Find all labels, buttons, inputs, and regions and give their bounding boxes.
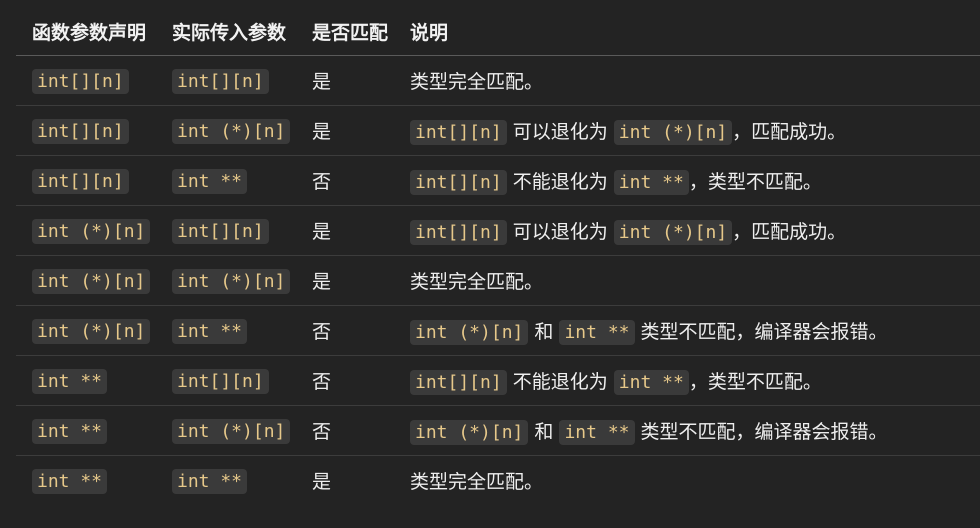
param-decl-code: int ** [32,418,108,444]
note-code: int (*)[n] [410,420,529,445]
actual-arg-code: int ** [172,168,248,194]
table-row: int (*)[n] int[][n] 是 int[][n] 可以退化为 int (*… [16,205,980,256]
match-cell: 否 [296,155,394,206]
note-cell: int[][n] 可以退化为 int (*)[n] ，匹配成功。 [394,105,980,156]
compatibility-table: 函数参数声明 实际传入参数 是否匹配 说明 int[][n] int[][n] 是类… [16,8,980,505]
param-decl-cell: int[][n] [16,105,156,156]
table-row: int (*)[n] int ** 否 int (*)[n] 和 int ** 类型不… [16,305,980,356]
note-text: ，类型不匹配。 [688,371,822,393]
param-decl-code: int[][n] [32,168,129,194]
actual-arg-cell: int[][n] [156,355,296,406]
match-cell: 否 [296,355,394,406]
note-cell: int (*)[n] 和 int ** 类型不匹配，编译器会报错。 [394,405,980,456]
param-decl-cell: int (*)[n] [16,205,156,256]
note-text: 类型完全匹配。 [410,71,544,93]
param-decl-code: int[][n] [32,118,129,144]
note-code: int[][n] [410,170,507,195]
match-cell: 是 [312,471,332,493]
note-text: 和 [528,321,560,343]
header-match: 是否匹配 [296,8,394,56]
actual-arg-cell: int (*)[n] [156,105,296,156]
note-text: 不能退化为 [506,371,614,393]
param-decl-cell: int ** [16,355,156,406]
param-decl-cell: int[][n] [16,55,156,106]
header-note: 说明 [394,8,980,56]
param-decl-code: int (*)[n] [32,218,151,244]
actual-arg-code: int (*)[n] [172,418,291,444]
note-text: 类型不匹配，编译器会报错。 [634,321,888,343]
note-code: int (*)[n] [613,120,733,145]
table-body: int[][n] int[][n] 是类型完全匹配。 int[][n] int (*)[… [16,55,980,506]
actual-arg-cell: int (*)[n] [156,405,296,456]
match-cell: 否 [296,405,394,456]
param-decl-code: int ** [32,368,108,394]
param-decl-cell: int (*)[n] [16,305,156,356]
param-decl-cell: int ** [16,456,156,506]
table-row: int[][n] int ** 否 int[][n] 不能退化为 int ** ，类型不… [16,155,980,206]
note-text: ，匹配成功。 [732,121,847,143]
param-decl-code: int[][n] [32,68,129,94]
actual-arg-cell: int ** [156,155,296,206]
note-code: int[][n] [410,220,507,245]
match-cell: 是 [296,205,394,256]
param-decl-cell: int[][n] [16,155,156,206]
note-text: 可以退化为 [506,121,614,143]
param-decl-code: int ** [32,468,108,494]
param-decl-cell: int (*)[n] [16,255,156,306]
table-row: int (*)[n] int (*)[n] 是类型完全匹配。 [16,255,980,306]
note-cell: 类型完全匹配。 [394,456,980,506]
note-cell: int[][n] 不能退化为 int ** ，类型不匹配。 [394,155,980,206]
table-row: int ** int ** 是 类型完全匹配。 [16,456,980,506]
note-code: int ** [559,420,635,445]
note-code: int[][n] [410,370,507,395]
actual-arg-cell: int[][n] [156,205,296,256]
actual-arg-code: int ** [172,468,248,494]
note-text: 类型完全匹配。 [410,271,544,293]
note-cell: 类型完全匹配。 [394,55,980,106]
param-decl-code: int (*)[n] [32,318,151,344]
table-row: int[][n] int (*)[n] 是 int[][n] 可以退化为 int (*… [16,105,980,156]
actual-arg-code: int (*)[n] [172,118,291,144]
note-cell: int[][n] 不能退化为 int ** ，类型不匹配。 [394,355,980,406]
actual-arg-cell: int (*)[n] [156,255,296,306]
note-code: int ** [613,170,689,195]
actual-arg-cell: int ** [156,305,296,356]
table-row: int[][n] int[][n] 是类型完全匹配。 [16,55,980,106]
note-cell: 类型完全匹配。 [394,255,980,306]
note-text: 类型不匹配，编译器会报错。 [634,421,888,443]
table-row: int ** int (*)[n] 否 int (*)[n] 和 int ** 类型不… [16,405,980,456]
note-text: 类型完全匹配。 [410,471,544,493]
header-param-decl: 函数参数声明 [16,8,156,56]
actual-arg-code: int[][n] [172,218,269,244]
note-code: int (*)[n] [410,320,529,345]
note-text: 不能退化为 [506,171,614,193]
actual-arg-cell: int ** [156,456,296,506]
note-text: ，匹配成功。 [732,221,847,243]
actual-arg-code: int ** [172,318,248,344]
actual-arg-code: int (*)[n] [172,268,291,294]
note-cell: int[][n] 可以退化为 int (*)[n] ，匹配成功。 [394,205,980,256]
header-actual-arg: 实际传入参数 [156,8,296,56]
note-text: 和 [528,421,560,443]
table-header-row: 函数参数声明 实际传入参数 是否匹配 说明 [16,8,980,56]
note-code: int[][n] [410,120,507,145]
actual-arg-code: int[][n] [172,368,269,394]
note-text: ，类型不匹配。 [688,171,822,193]
table-row: int ** int[][n] 否 int[][n] 不能退化为 int ** ，类型不… [16,355,980,406]
note-code: int ** [613,370,689,395]
actual-arg-cell: int[][n] [156,55,296,106]
param-decl-cell: int ** [16,405,156,456]
note-text: 可以退化为 [506,221,614,243]
note-code: int ** [559,320,635,345]
match-cell: 否 [296,305,394,356]
note-code: int (*)[n] [613,220,733,245]
match-cell: 是 [296,55,394,106]
match-cell: 是 [296,255,394,306]
param-decl-code: int (*)[n] [32,268,151,294]
match-cell: 是 [296,105,394,156]
actual-arg-code: int[][n] [172,68,269,94]
note-cell: int (*)[n] 和 int ** 类型不匹配，编译器会报错。 [394,305,980,356]
